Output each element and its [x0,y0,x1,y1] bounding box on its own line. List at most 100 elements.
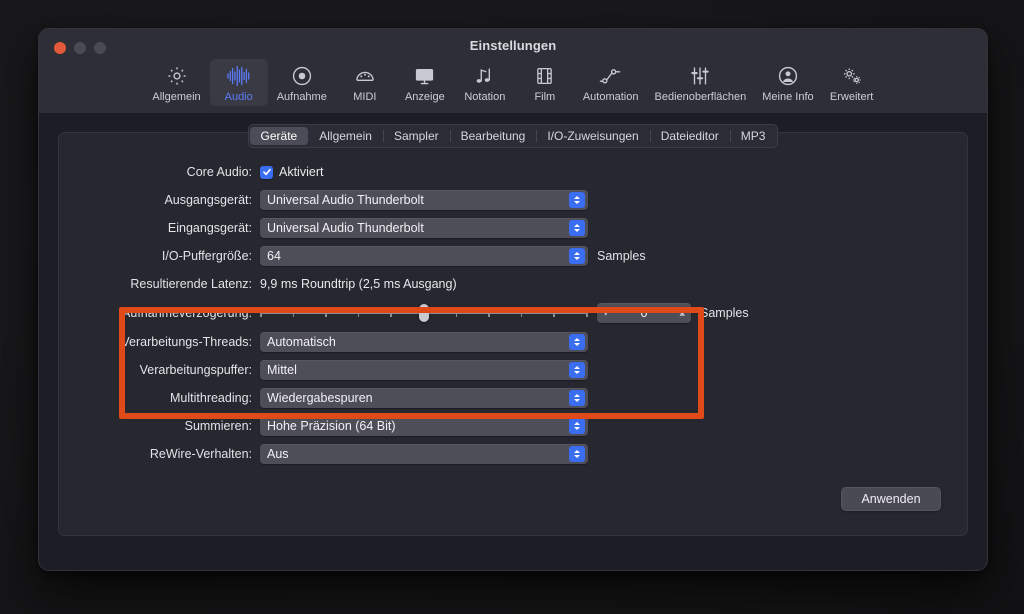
chevron-updown-icon[interactable] [569,362,585,378]
multithreading-select[interactable]: Wiedergabespuren [260,388,588,408]
row-summing: Summieren: Hohe Präzision (64 Bit) [59,413,967,439]
tab-io-zuweisungen[interactable]: I/O-Zuweisungen [536,127,649,145]
tab-sampler[interactable]: Sampler [382,127,450,145]
slider-tick [520,308,523,317]
toolbar-item-label: MIDI [353,91,377,103]
input-device-value: Universal Audio Thunderbolt [267,221,424,235]
record-icon [291,63,313,89]
preferences-toolbar: Allgemein Audio Aufnahme MIDI Anzeige No… [39,59,987,106]
window-title: Einstellungen [469,38,557,53]
toolbar-item-allgemein[interactable]: Allgemein [145,59,207,106]
automation-icon [598,63,623,89]
toolbar-item-label: Film [534,91,556,103]
rewire-select[interactable]: Aus [260,444,588,464]
row-buffer-size: I/O-Puffergröße: 64 Samples [59,243,967,269]
toolbar-item-audio[interactable]: Audio [209,59,268,106]
apply-button[interactable]: Anwenden [841,487,941,511]
slider-tick [325,308,327,317]
multithreading-label: Multithreading: [170,391,252,405]
chevron-down-icon[interactable]: ▾ [603,307,609,319]
row-processing-threads: Verarbeitungs-Threads: Automatisch [59,329,967,355]
filmstrip-icon [534,63,555,89]
slider-tick [260,308,262,317]
recording-delay-suffix: Samples [700,306,749,320]
chevron-updown-icon[interactable] [569,334,585,350]
toolbar-item-meine-info[interactable]: Meine Info [755,59,820,106]
double-gear-icon [840,63,864,89]
toolbar-item-anzeige[interactable]: Anzeige [396,59,454,106]
output-device-value: Universal Audio Thunderbolt [267,193,424,207]
processing-threads-value: Automatisch [267,335,336,349]
chevron-up-icon[interactable]: ▴ [679,307,685,319]
slider-thumb[interactable] [419,304,429,322]
rewire-value: Aus [267,447,289,461]
toolbar-item-label: Audio [224,91,253,103]
row-multithreading: Multithreading: Wiedergabespuren [59,385,967,411]
latency-value: 9,9 ms Roundtrip (2,5 ms Ausgang) [260,277,457,291]
input-device-label: Eingangsgerät: [167,221,252,235]
input-device-select[interactable]: Universal Audio Thunderbolt [260,218,588,238]
chevron-updown-icon[interactable] [569,446,585,462]
person-circle-icon [777,63,799,89]
toolbar-item-bedienoberflaechen[interactable]: Bedienoberflächen [648,59,754,106]
window-titlebar: Einstellungen Allgemein Audio Aufnahme M… [39,29,987,114]
toolbar-item-label: Aufnahme [276,91,327,103]
tab-mp3[interactable]: MP3 [729,127,777,145]
processing-buffer-select[interactable]: Mittel [260,360,588,380]
output-device-select[interactable]: Universal Audio Thunderbolt [260,190,588,210]
row-input-device: Eingangsgerät: Universal Audio Thunderbo… [59,215,967,241]
toolbar-item-label: Erweitert [829,91,874,103]
tab-geraete[interactable]: Geräte [249,127,309,145]
gear-icon [166,63,188,89]
toolbar-item-label: Allgemein [152,91,201,103]
chevron-updown-icon[interactable] [569,418,585,434]
processing-buffer-value: Mittel [267,363,297,377]
core-audio-checkbox[interactable]: Aktiviert [260,165,323,179]
toolbar-item-film[interactable]: Film [516,59,574,106]
chevron-updown-icon[interactable] [569,390,585,406]
settings-window: Einstellungen Allgemein Audio Aufnahme M… [38,28,988,571]
toolbar-item-erweitert[interactable]: Erweitert [823,59,881,106]
row-recording-delay: Aufnahmeverzögerung: ▾ 0 ▴ Samples [59,299,967,327]
buffer-size-select[interactable]: 64 [260,246,588,266]
desktop-background: Einstellungen Allgemein Audio Aufnahme M… [0,0,1024,614]
toolbar-item-aufnahme[interactable]: Aufnahme [270,59,334,106]
notes-icon [473,63,497,89]
tab-bar: Geräte Allgemein Sampler Bearbeitung I/O… [59,124,967,148]
midi-plug-icon [354,63,376,89]
toolbar-item-notation[interactable]: Notation [456,59,514,106]
tab-allgemein[interactable]: Allgemein [308,127,383,145]
output-device-label: Ausgangsgerät: [164,193,252,207]
chevron-updown-icon[interactable] [569,248,585,264]
processing-threads-select[interactable]: Automatisch [260,332,588,352]
chevron-updown-icon[interactable] [569,220,585,236]
buffer-size-label: I/O-Puffergröße: [161,249,252,263]
window-content: Geräte Allgemein Sampler Bearbeitung I/O… [39,114,987,570]
row-rewire: ReWire-Verhalten: Aus [59,441,967,467]
summing-value: Hohe Präzision (64 Bit) [267,419,396,433]
slider-tick [292,308,295,317]
toolbar-item-label: Automation [582,91,639,103]
buffer-size-suffix: Samples [597,249,646,263]
latency-label: Resultierende Latenz: [130,277,252,291]
slider-tick [357,308,360,317]
waveform-icon [226,63,252,89]
recording-delay-stepper[interactable]: ▾ 0 ▴ [597,303,691,323]
slider-tick [553,308,555,317]
multithreading-value: Wiedergabespuren [267,391,373,405]
tab-dateieditor[interactable]: Dateieditor [649,127,730,145]
display-icon [413,63,436,89]
toolbar-item-midi[interactable]: MIDI [336,59,394,106]
toolbar-item-label: Notation [464,91,506,103]
toolbar-item-automation[interactable]: Automation [576,59,646,106]
chevron-updown-icon[interactable] [569,192,585,208]
tab-bearbeitung[interactable]: Bearbeitung [449,127,537,145]
slider-tick [586,308,588,317]
recording-delay-value: 0 [640,306,648,320]
core-audio-checkbox-label: Aktiviert [279,165,324,179]
recording-delay-slider[interactable] [260,302,588,324]
toolbar-item-label: Anzeige [404,91,445,103]
summing-select[interactable]: Hohe Präzision (64 Bit) [260,416,588,436]
row-output-device: Ausgangsgerät: Universal Audio Thunderbo… [59,187,967,213]
slider-tick [390,308,392,317]
